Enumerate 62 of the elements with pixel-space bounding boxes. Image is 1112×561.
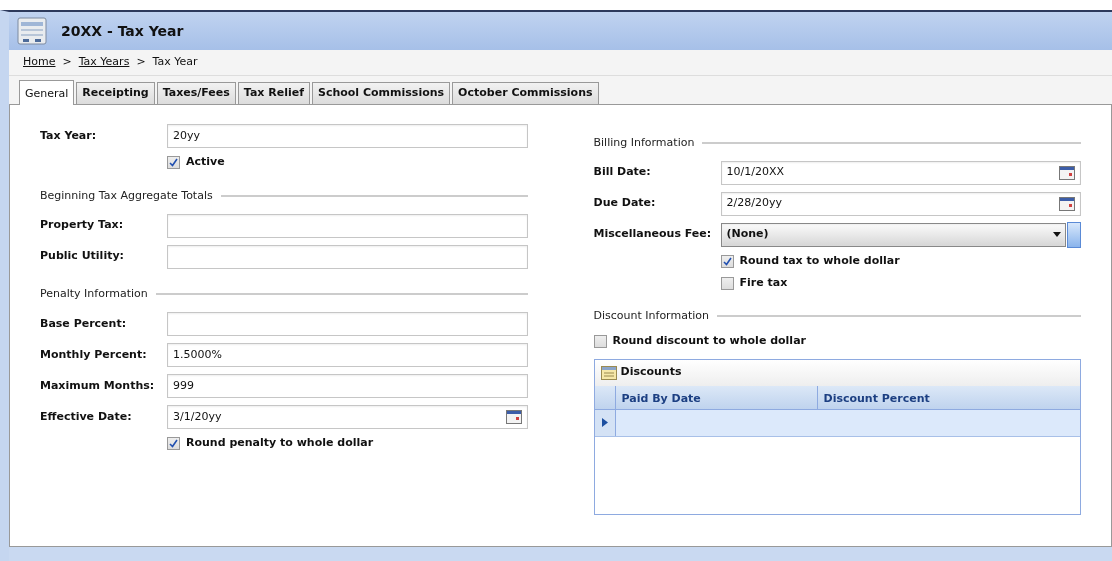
tab[interactable]: Taxes/Fees	[156, 82, 236, 104]
tab[interactable]: General	[19, 80, 75, 105]
dropdown-value: (None)	[726, 226, 769, 243]
breadcrumb-current: Tax Year	[152, 54, 198, 71]
column-header[interactable]: Paid By Date	[615, 385, 818, 409]
grid-row[interactable]	[594, 409, 1080, 437]
grid-title: Discounts	[620, 364, 682, 381]
column-header[interactable]: Discount Percent	[817, 385, 1080, 409]
ellipsis-button[interactable]	[1067, 221, 1081, 248]
calendar-icon[interactable]	[505, 410, 522, 424]
calendar-icon[interactable]	[1059, 196, 1075, 211]
field-label: Bill Date:	[593, 164, 652, 181]
checkbox[interactable]	[167, 156, 180, 169]
breadcrumb-separator: >	[136, 54, 146, 71]
window-icon	[17, 17, 47, 45]
checkbox[interactable]	[593, 335, 607, 348]
section-heading: Billing Information	[593, 134, 695, 151]
tab[interactable]: Tax Relief	[237, 82, 310, 104]
field-label: Maximum Months:	[40, 377, 156, 394]
table-icon	[600, 365, 617, 380]
row-pointer-icon	[601, 418, 608, 427]
date-field[interactable]: 3/1/20yy	[167, 405, 528, 429]
tab[interactable]: October Commissions	[452, 82, 599, 104]
dropdown[interactable]: (None)	[720, 222, 1066, 247]
field-label: Monthly Percent:	[40, 346, 148, 363]
field-label: Public Utility:	[40, 248, 125, 265]
tab[interactable]: Receipting	[76, 82, 155, 104]
calendar-icon[interactable]	[1059, 165, 1075, 180]
breadcrumb-separator: >	[62, 54, 72, 71]
text-field[interactable]	[167, 312, 528, 336]
checkbox[interactable]	[720, 254, 734, 268]
caret-icon	[1053, 232, 1061, 237]
field-label: Miscellaneous Fee:	[593, 226, 713, 243]
text-field[interactable]: 999	[167, 374, 528, 398]
field-label: Property Tax:	[40, 217, 125, 234]
field-label: Effective Date:	[40, 408, 133, 425]
breadcrumb-link[interactable]: Tax Years	[78, 54, 130, 71]
section-heading: Beginning Tax Aggregate Totals	[40, 187, 213, 204]
field-label: Due Date:	[593, 195, 657, 212]
text-field[interactable]: 1.5000%	[167, 343, 528, 367]
window-title: 20XX - Tax Year	[61, 21, 184, 41]
section-heading: Discount Information	[593, 308, 709, 324]
text-field[interactable]	[167, 244, 528, 269]
section-heading: Penalty Information	[40, 286, 148, 302]
text-field[interactable]: 20yy	[167, 124, 528, 148]
field-value: 2/28/20yy	[726, 195, 782, 212]
field-value: 3/1/20yy	[173, 408, 222, 425]
field-label: Base Percent:	[40, 315, 128, 332]
checkbox-label: Active	[186, 154, 225, 171]
breadcrumb-link[interactable]: Home	[23, 54, 56, 71]
field-value: 10/1/20XX	[726, 164, 784, 181]
date-field[interactable]: 10/1/20XX	[720, 160, 1081, 185]
date-field[interactable]: 2/28/20yy	[720, 191, 1081, 216]
checkbox-label: Fire tax	[739, 274, 788, 291]
checkbox-label: Round penalty to whole dollar	[186, 435, 374, 452]
checkbox[interactable]	[720, 276, 734, 290]
text-field[interactable]	[167, 213, 528, 238]
tab[interactable]: School Commissions	[312, 82, 451, 104]
checkbox-label: Round tax to whole dollar	[739, 252, 900, 269]
field-label: Tax Year:	[40, 127, 98, 144]
checkbox[interactable]	[167, 437, 180, 450]
checkbox-label: Round discount to whole dollar	[612, 333, 806, 350]
